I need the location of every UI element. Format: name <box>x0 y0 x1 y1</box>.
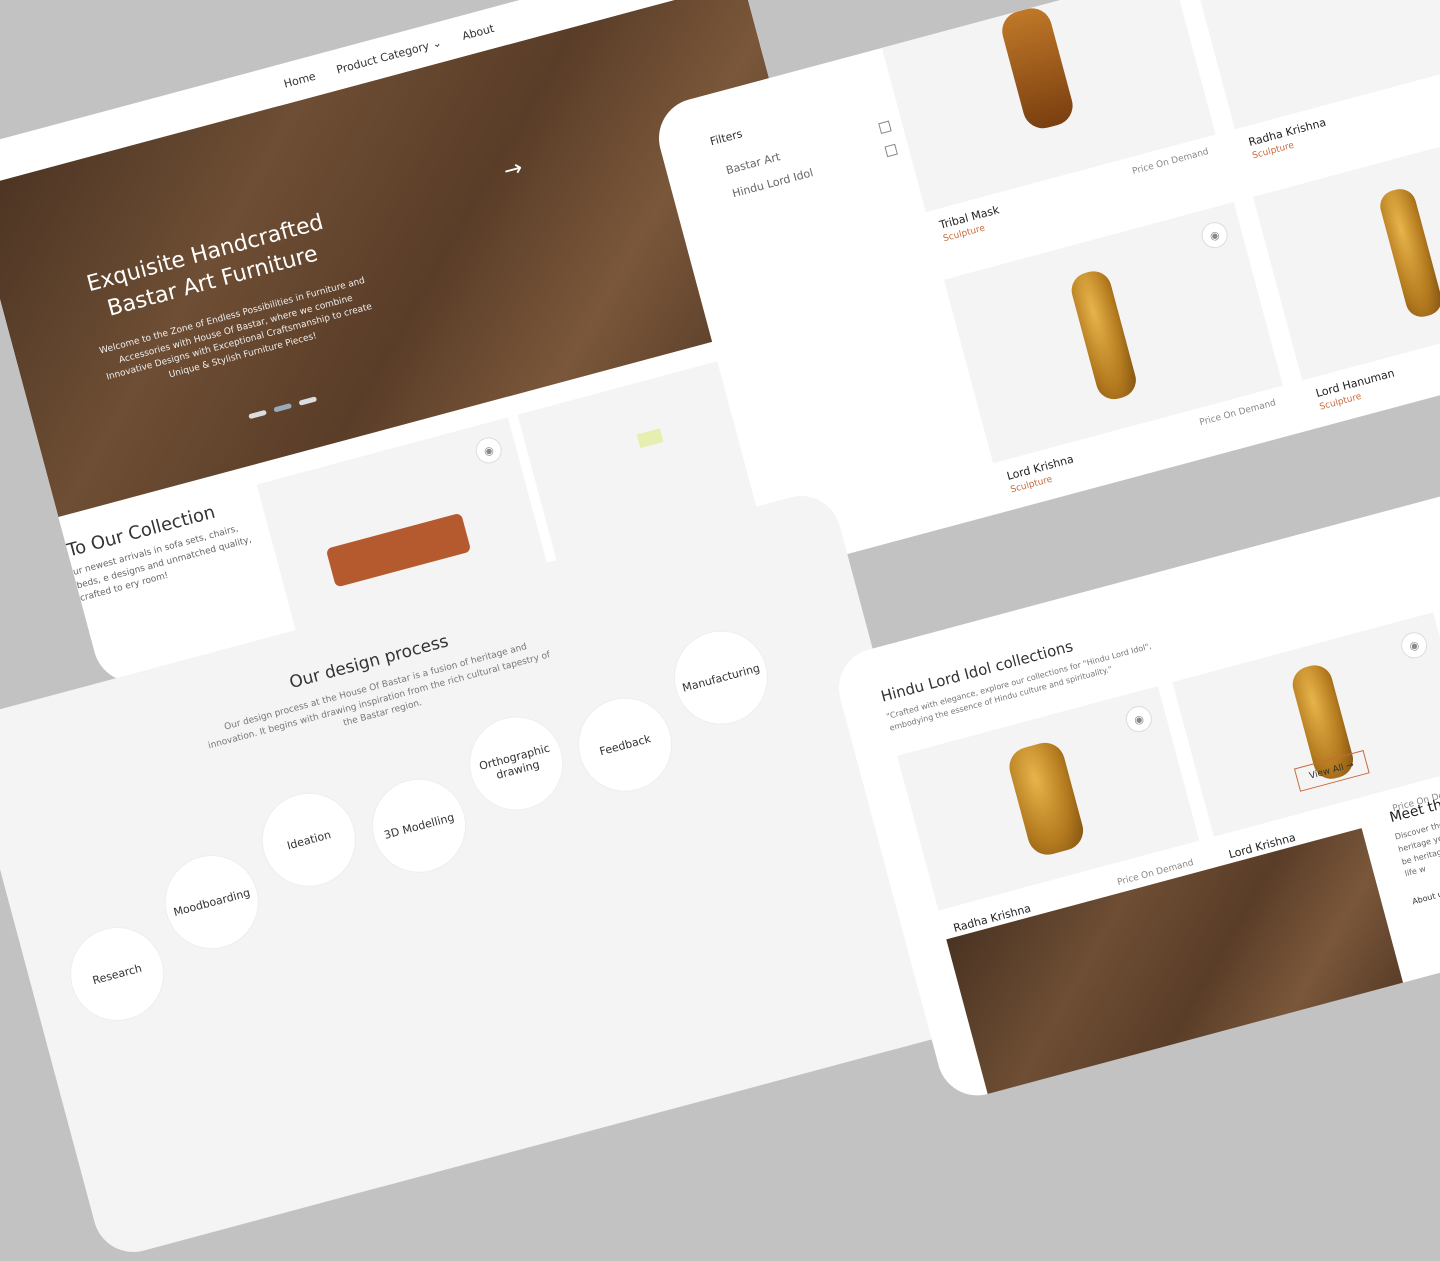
product-card-lord-hanuman[interactable]: Lord Hanuman Sculpture <box>1253 119 1440 413</box>
filters-title: Filters <box>708 127 744 149</box>
lamp-image <box>636 428 664 449</box>
eye-icon[interactable]: ◉ <box>1198 219 1231 252</box>
idol-card-lord-krishna[interactable]: ◉ Lord Krishna Sculpture Price On Demand <box>1172 612 1440 873</box>
step-manufacturing: Manufacturing <box>664 621 778 734</box>
checkbox[interactable] <box>884 143 898 158</box>
step-research: Research <box>60 917 174 1031</box>
eye-icon[interactable]: ◉ <box>1122 703 1155 736</box>
step-feedback: Feedback <box>568 688 682 802</box>
product-card-tribal-mask[interactable]: Tribal Mask Sculpture Price On Demand <box>876 0 1216 244</box>
nav-home[interactable]: Home <box>282 69 317 90</box>
sofa-image <box>325 512 472 588</box>
product-card-radha-krishna[interactable]: Radha Krishna Sculpture <box>1185 0 1440 161</box>
step-moodboarding: Moodboarding <box>155 845 269 959</box>
product-price: Price On Demand <box>1131 147 1210 178</box>
step-orthographic: Orthographic drawing <box>459 707 573 820</box>
checkbox[interactable] <box>878 120 892 135</box>
product-price: Price On Demand <box>1198 398 1278 429</box>
hanuman-image <box>1376 185 1440 321</box>
radha-krishna-image <box>1004 738 1088 860</box>
eye-icon[interactable]: ◉ <box>472 434 505 467</box>
krishna-image <box>1067 267 1140 404</box>
catalog-card: Filters Bastar Art Hindu Lord Idol Triba… <box>650 0 1440 574</box>
nav-about[interactable]: About <box>461 21 496 42</box>
eye-icon[interactable]: ◉ <box>1398 629 1431 662</box>
about-us-link[interactable]: About us → <box>1411 886 1440 906</box>
step-ideation: Ideation <box>252 783 366 897</box>
step-3d-modelling: 3D Modelling <box>362 769 476 883</box>
product-card-lord-krishna[interactable]: ◉ Lord Krishna Sculpture Price On Demand <box>943 202 1283 495</box>
mask-image <box>997 3 1078 133</box>
